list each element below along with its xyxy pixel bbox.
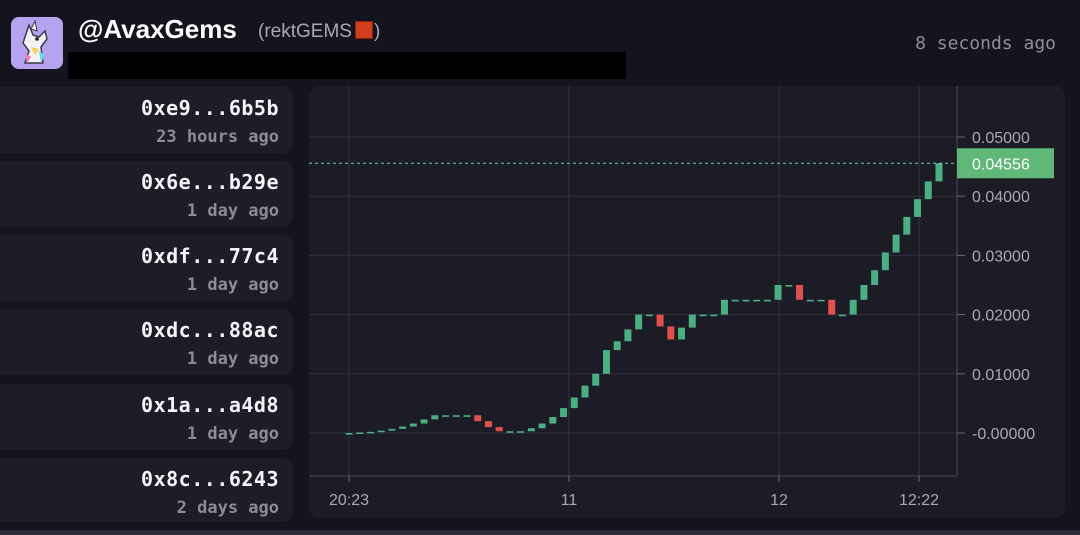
candle-up <box>592 373 600 386</box>
profile-subtitle: (rektGEMS) <box>258 21 380 43</box>
header: @AvaxGems (rektGEMS) 8 seconds ago <box>0 0 1080 84</box>
x-tick-label: 12 <box>770 492 788 509</box>
y-tick-label: 0.03000 <box>972 248 1030 265</box>
candle-down <box>484 421 492 428</box>
candle-up <box>527 428 535 432</box>
candle-up <box>506 431 514 433</box>
candle-up <box>388 428 396 431</box>
candle-up <box>366 431 374 434</box>
candle-up <box>463 415 471 417</box>
candle-up <box>849 299 857 315</box>
candle-up <box>624 329 632 342</box>
candle-down <box>656 314 664 327</box>
candle-down <box>796 285 804 300</box>
wallet-address[interactable]: 0x6e...b29e <box>141 170 279 194</box>
candle-up <box>442 415 450 417</box>
candle-up <box>431 415 439 420</box>
last-price-label: 0.04556 <box>972 156 1030 173</box>
candle-up <box>785 285 793 287</box>
x-tick-label: 11 <box>561 492 578 509</box>
subtitle-close: ) <box>373 21 381 42</box>
candle-up <box>452 415 460 417</box>
y-tick-label: 0.01000 <box>972 367 1030 384</box>
wallet-address[interactable]: 0xdc...88ac <box>141 318 279 342</box>
wallet-address[interactable]: 0x8c...6243 <box>141 467 279 491</box>
candle-up <box>871 270 879 285</box>
candle-up <box>699 314 707 317</box>
candle-up <box>409 423 417 427</box>
y-tick-label: 0.04000 <box>972 189 1030 206</box>
wallet-time: 1 day ago <box>186 275 279 295</box>
candle-up <box>581 385 589 398</box>
candle-up <box>678 327 686 340</box>
x-tick-label: 12:22 <box>899 492 939 509</box>
candle-up <box>731 299 739 302</box>
candle-up <box>914 199 922 217</box>
candle-up <box>345 433 353 435</box>
wallet-row[interactable]: 0x6e...b29e 1 day ago <box>0 161 293 227</box>
candle-up <box>635 314 643 330</box>
candle-up <box>753 299 761 302</box>
candle-up <box>420 419 428 424</box>
candle-up <box>549 417 557 424</box>
candle-up <box>517 431 525 433</box>
candle-up <box>860 285 868 300</box>
avatar[interactable] <box>11 17 63 69</box>
wallet-row[interactable]: 0xe9...6b5b 23 hours ago <box>0 87 293 153</box>
candle-up <box>763 299 771 302</box>
wallet-address[interactable]: 0xdf...77c4 <box>141 244 279 268</box>
wallet-row[interactable]: 0xdf...77c4 1 day ago <box>0 235 293 301</box>
candle-up <box>645 314 653 317</box>
price-chart-svg[interactable]: 0.05000 0.04000 0.03000 0.02000 0.01000 -0.00… <box>309 86 1065 518</box>
subtitle-text: (rektGEMS <box>258 21 352 42</box>
wallet-row[interactable]: 0x1a...a4d8 1 day ago <box>0 384 293 450</box>
llama-icon <box>11 17 63 69</box>
wallet-time: 2 days ago <box>176 498 279 518</box>
candle-up <box>838 314 846 317</box>
candle-up <box>399 426 407 429</box>
y-tick-label: -0.00000 <box>972 426 1035 443</box>
candle-up <box>881 252 889 271</box>
candle-up <box>806 299 814 302</box>
candle-up <box>710 314 718 317</box>
candle-up <box>602 350 610 374</box>
wallet-time: 23 hours ago <box>156 127 279 147</box>
abacus-icon <box>354 21 373 39</box>
candle-up <box>377 430 385 433</box>
wallet-time: 1 day ago <box>186 349 279 369</box>
candle-up <box>688 314 696 328</box>
candle-up <box>892 234 900 253</box>
last-updated: 8 seconds ago <box>915 33 1056 54</box>
candle-up <box>774 285 782 300</box>
y-tick-label: 0.05000 <box>972 130 1030 147</box>
profile-handle[interactable]: @AvaxGems <box>78 14 237 45</box>
candle-up <box>356 432 364 435</box>
candle-up <box>570 397 578 409</box>
wallet-time: 1 day ago <box>186 424 279 444</box>
candle-up <box>613 341 621 351</box>
candle-down <box>667 326 675 340</box>
candle-up <box>742 299 750 302</box>
candle-up <box>817 299 825 302</box>
redacted-bar <box>68 52 626 79</box>
wallet-time: 1 day ago <box>186 201 279 221</box>
bottom-strip <box>0 530 1080 535</box>
candle-down <box>474 415 482 422</box>
price-chart[interactable]: 0.05000 0.04000 0.03000 0.02000 0.01000 -0.00… <box>309 86 1065 518</box>
candle-up <box>560 408 568 418</box>
wallet-address[interactable]: 0xe9...6b5b <box>141 96 279 120</box>
x-tick-label: 20:23 <box>329 492 369 509</box>
candle-up <box>538 423 546 429</box>
candle-up <box>935 163 943 182</box>
wallet-address[interactable]: 0x1a...a4d8 <box>141 393 279 417</box>
candle-up <box>903 216 911 235</box>
candle-down <box>495 427 503 432</box>
candle-down <box>828 299 836 315</box>
y-tick-label: 0.02000 <box>972 308 1030 325</box>
wallet-row[interactable]: 0xdc...88ac 1 day ago <box>0 309 293 375</box>
candle-up <box>720 299 728 315</box>
wallet-row[interactable]: 0x8c...6243 2 days ago <box>0 458 293 522</box>
candle-up <box>924 181 932 200</box>
